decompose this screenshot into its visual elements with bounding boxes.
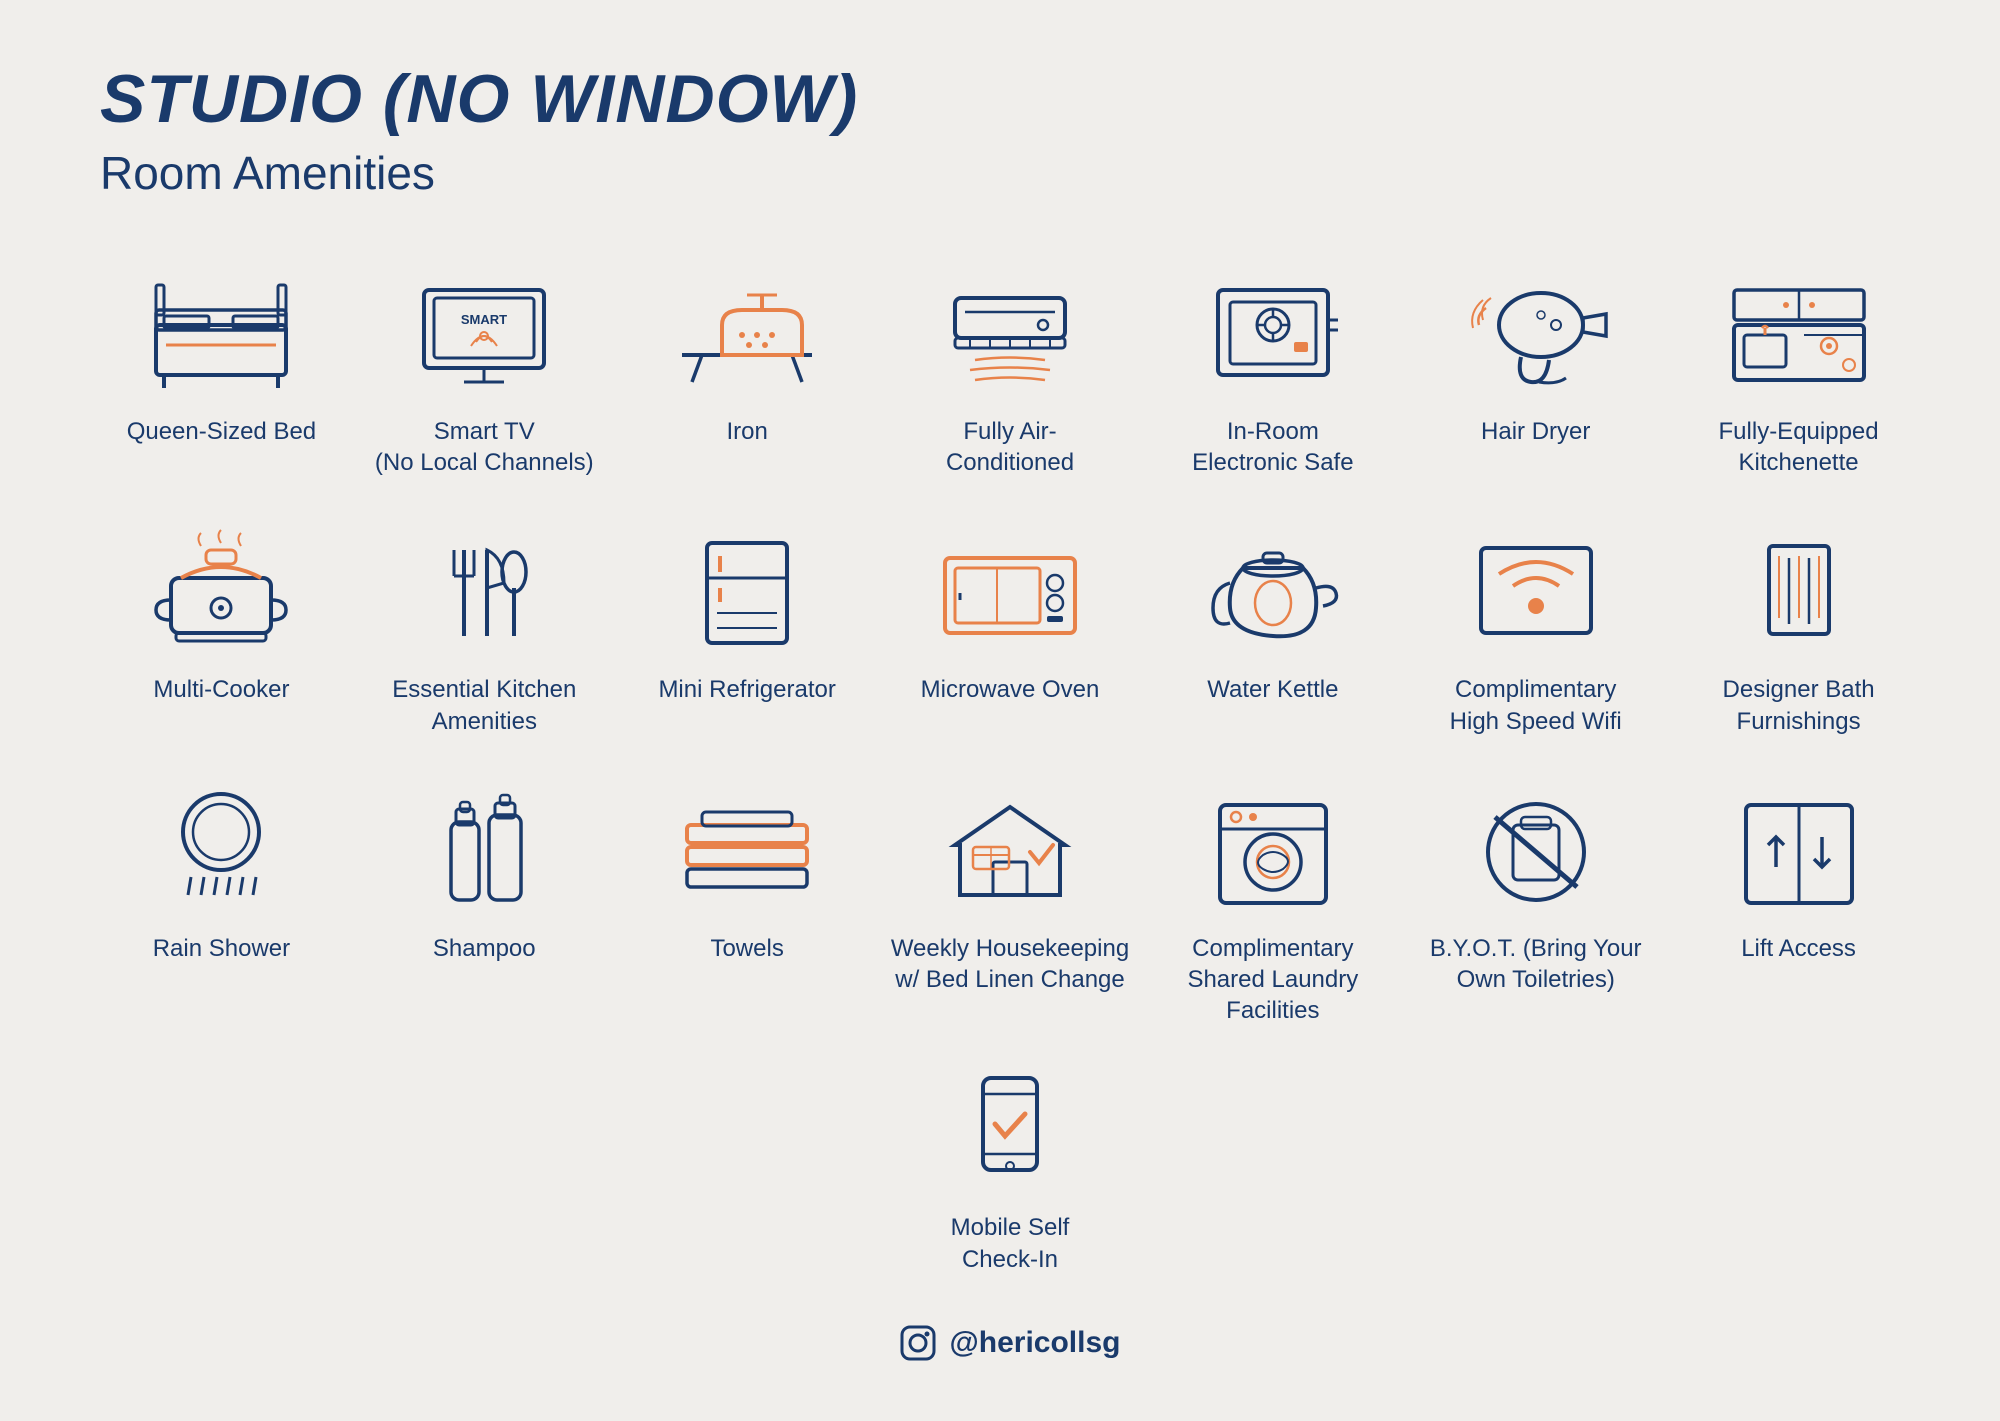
lift-icon xyxy=(1719,777,1879,917)
mobile-checkin-label: Mobile SelfCheck-In xyxy=(951,1212,1070,1274)
amenity-bath-furnishings: Designer BathFurnishings xyxy=(1677,518,1920,736)
fridge-icon xyxy=(667,518,827,658)
amenity-mini-refrigerator: Mini Refrigerator xyxy=(626,518,869,736)
byot-icon xyxy=(1456,777,1616,917)
towels-icon xyxy=(667,777,827,917)
ac-icon xyxy=(930,260,1090,400)
rainshower-icon xyxy=(141,777,301,917)
laundry-label: ComplimentaryShared LaundryFacilities xyxy=(1187,933,1358,1027)
amenity-iron: Iron xyxy=(626,260,869,478)
safe-icon xyxy=(1193,260,1353,400)
tv-label: Smart TV(No Local Channels) xyxy=(375,416,594,478)
svg-text:SMART: SMART xyxy=(461,312,507,327)
ac-label: Fully Air-Conditioned xyxy=(946,416,1074,478)
amenity-smart-tv: SMART Smart TV(No Local Channels) xyxy=(363,260,606,478)
towels-label: Towels xyxy=(710,933,783,964)
instagram-icon xyxy=(900,1325,936,1361)
housekeeping-icon xyxy=(930,777,1090,917)
kitchenette-label: Fully-EquippedKitchenette xyxy=(1719,416,1879,478)
footer: @hericollsg xyxy=(100,1325,1920,1361)
iron-label: Iron xyxy=(726,416,767,447)
iron-icon xyxy=(667,260,827,400)
amenity-mobile-checkin: Mobile SelfCheck-In xyxy=(930,1056,1090,1274)
kitchen-icon xyxy=(1719,260,1879,400)
amenity-wifi: ComplimentaryHigh Speed Wifi xyxy=(1414,518,1657,736)
lift-label: Lift Access xyxy=(1741,933,1856,964)
wifi-label: ComplimentaryHigh Speed Wifi xyxy=(1450,674,1622,736)
amenity-multi-cooker: Multi-Cooker xyxy=(100,518,343,736)
kettle-label: Water Kettle xyxy=(1207,674,1338,705)
multicooker-label: Multi-Cooker xyxy=(153,674,289,705)
bath-furnishings-label: Designer BathFurnishings xyxy=(1723,674,1875,736)
amenity-microwave: Microwave Oven xyxy=(889,518,1132,736)
amenity-air-conditioned: Fully Air-Conditioned xyxy=(889,260,1132,478)
amenity-water-kettle: Water Kettle xyxy=(1151,518,1394,736)
laundry-icon xyxy=(1193,777,1353,917)
amenity-laundry: ComplimentaryShared LaundryFacilities xyxy=(1151,777,1394,1027)
microwave-icon xyxy=(930,518,1090,658)
amenity-towels: Towels xyxy=(626,777,869,1027)
rainshower-label: Rain Shower xyxy=(153,933,290,964)
row5: Mobile SelfCheck-In xyxy=(100,1056,1920,1274)
byot-label: B.Y.O.T. (Bring YourOwn Toiletries) xyxy=(1430,933,1642,995)
microwave-label: Microwave Oven xyxy=(921,674,1100,705)
safe-label: In-RoomElectronic Safe xyxy=(1192,416,1353,478)
bed-icon xyxy=(141,260,301,400)
amenity-kitchenette: Fully-EquippedKitchenette xyxy=(1677,260,1920,478)
shampoo-icon xyxy=(404,777,564,917)
page-subtitle: Room Amenities xyxy=(100,146,1920,200)
amenity-kitchen-amenities: Essential KitchenAmenities xyxy=(363,518,606,736)
amenity-rain-shower: Rain Shower xyxy=(100,777,343,1027)
cutlery-icon xyxy=(404,518,564,658)
instagram-handle: @hericollsg xyxy=(950,1326,1121,1360)
hairdryer-label: Hair Dryer xyxy=(1481,416,1590,447)
kitchen-amenities-label: Essential KitchenAmenities xyxy=(392,674,576,736)
shampoo-label: Shampoo xyxy=(433,933,536,964)
fridge-label: Mini Refrigerator xyxy=(658,674,835,705)
tv-icon: SMART xyxy=(404,260,564,400)
mobile-checkin-icon xyxy=(930,1056,1090,1196)
wifi-icon xyxy=(1456,518,1616,658)
amenity-queen-sized-bed: Queen-Sized Bed xyxy=(100,260,343,478)
multicooker-icon xyxy=(141,518,301,658)
amenity-hair-dryer: Hair Dryer xyxy=(1414,260,1657,478)
page-title: STUDIO (NO WINDOW) xyxy=(100,60,1920,138)
hairdryer-icon xyxy=(1456,260,1616,400)
amenity-byot: B.Y.O.T. (Bring YourOwn Toiletries) xyxy=(1414,777,1657,1027)
amenity-housekeeping: Weekly Housekeepingw/ Bed Linen Change xyxy=(889,777,1132,1027)
bed-label: Queen-Sized Bed xyxy=(127,416,316,447)
amenities-grid: Queen-Sized Bed SMART Smart TV(No Local … xyxy=(100,260,1920,1026)
kettle-icon xyxy=(1193,518,1353,658)
shower2-icon xyxy=(1719,518,1879,658)
amenity-shampoo: Shampoo xyxy=(363,777,606,1027)
amenity-electronic-safe: In-RoomElectronic Safe xyxy=(1151,260,1394,478)
amenity-lift-access: Lift Access xyxy=(1677,777,1920,1027)
housekeeping-label: Weekly Housekeepingw/ Bed Linen Change xyxy=(891,933,1129,995)
